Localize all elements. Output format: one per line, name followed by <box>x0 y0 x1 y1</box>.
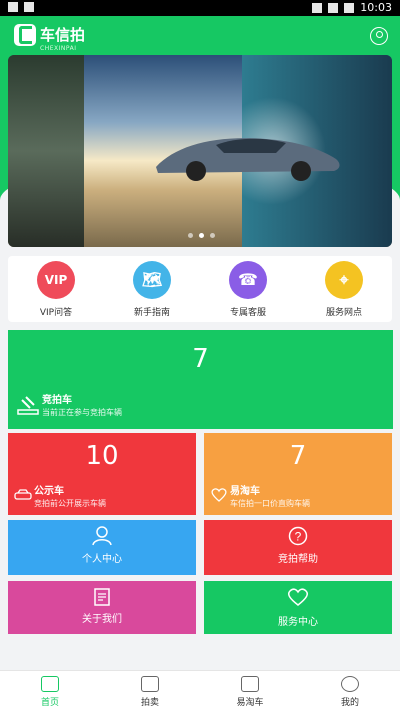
help-icon: ? <box>288 526 308 546</box>
signal-icon <box>328 2 339 13</box>
about-us-label: 关于我们 <box>82 614 122 625</box>
logo-subtext: CHEXINPAI <box>40 45 77 52</box>
tab-home[interactable]: 首页 <box>0 671 100 711</box>
quick-link-outlets[interactable]: ⌖ 服务网点 <box>296 256 392 322</box>
gavel-icon <box>17 396 39 415</box>
quick-link-guide[interactable]: 🗺 新手指南 <box>104 256 200 322</box>
quick-link-label: VIP问答 <box>39 308 73 318</box>
easy-count: 7 <box>289 441 307 471</box>
quick-link-label: 专属客服 <box>229 308 266 318</box>
person-icon <box>92 526 112 546</box>
svg-text:?: ? <box>295 530 302 544</box>
easy-cars-tile[interactable]: 7 易淘车 车信拍一口价直购车辆 <box>204 433 392 515</box>
user-icon[interactable] <box>370 27 388 45</box>
personal-center-tile[interactable]: 个人中心 <box>8 520 196 575</box>
personal-center-label: 个人中心 <box>82 554 122 565</box>
vip-icon: VIP <box>37 261 75 299</box>
battery-icon <box>344 2 355 13</box>
profile-icon <box>341 676 359 692</box>
tab-label: 首页 <box>40 698 59 708</box>
auction-cars-tile[interactable]: 7 竞拍车 当前正在参与竞拍车辆 <box>8 330 393 429</box>
service-center-tile[interactable]: 服务中心 <box>204 581 392 634</box>
carousel-indicator <box>188 233 215 238</box>
quick-links: VIP VIP问答 🗺 新手指南 ☎ 专属客服 ⌖ 服务网点 <box>8 256 392 322</box>
document-icon <box>94 588 110 606</box>
public-cars-tile[interactable]: 10 公示车 竞拍前公开展示车辆 <box>8 433 196 515</box>
tab-easy-car[interactable]: 易淘车 <box>200 671 300 711</box>
map-icon: 🗺 <box>133 261 171 299</box>
auction-count: 7 <box>192 344 209 374</box>
app-logo: 车信拍 CHEXINPAI <box>14 24 85 52</box>
about-us-tile[interactable]: 关于我们 <box>8 581 196 634</box>
car-icon <box>14 489 32 500</box>
wifi-icon <box>312 2 323 13</box>
easy-subtitle: 车信拍一口价直购车辆 <box>230 499 310 508</box>
auction-subtitle: 当前正在参与竞拍车辆 <box>42 408 122 417</box>
tab-auction[interactable]: 拍卖 <box>100 671 200 711</box>
auction-title: 竞拍车 <box>42 395 72 406</box>
status-time: 10:03 <box>360 1 392 14</box>
quick-link-label: 新手指南 <box>133 308 170 318</box>
tab-label: 我的 <box>340 698 359 708</box>
carousel-dot[interactable] <box>188 233 193 238</box>
logo-mark-icon <box>14 24 36 46</box>
quick-link-service[interactable]: ☎ 专属客服 <box>200 256 296 322</box>
banner-carousel[interactable] <box>8 55 392 247</box>
public-count: 10 <box>85 441 119 471</box>
easy-title: 易淘车 <box>230 486 260 497</box>
quick-link-label: 服务网点 <box>325 308 362 318</box>
status-bar: 10:03 <box>0 0 400 16</box>
banner-car-image <box>156 138 340 181</box>
notification-icon <box>24 2 34 12</box>
carousel-dot-active[interactable] <box>199 233 204 238</box>
headset-icon: ☎ <box>229 261 267 299</box>
tab-label: 易淘车 <box>236 698 264 708</box>
auction-help-tile[interactable]: ? 竞拍帮助 <box>204 520 392 575</box>
public-subtitle: 竞拍前公开展示车辆 <box>34 499 106 508</box>
car-icon <box>241 676 259 692</box>
public-title: 公示车 <box>34 486 64 497</box>
bottom-tab-bar: 首页 拍卖 易淘车 我的 <box>0 670 400 711</box>
quick-link-vip[interactable]: VIP VIP问答 <box>8 256 104 322</box>
tab-label: 拍卖 <box>140 698 159 708</box>
heart-hand-icon <box>211 488 227 502</box>
auction-help-label: 竞拍帮助 <box>278 554 318 565</box>
gavel-icon <box>141 676 159 692</box>
tab-mine[interactable]: 我的 <box>300 671 400 711</box>
service-center-label: 服务中心 <box>278 617 318 628</box>
carousel-dot[interactable] <box>210 233 215 238</box>
heart-icon <box>287 588 309 606</box>
home-icon <box>41 676 59 692</box>
banner-left-image <box>8 55 84 247</box>
location-icon: ⌖ <box>325 261 363 299</box>
notification-icon <box>8 2 18 12</box>
